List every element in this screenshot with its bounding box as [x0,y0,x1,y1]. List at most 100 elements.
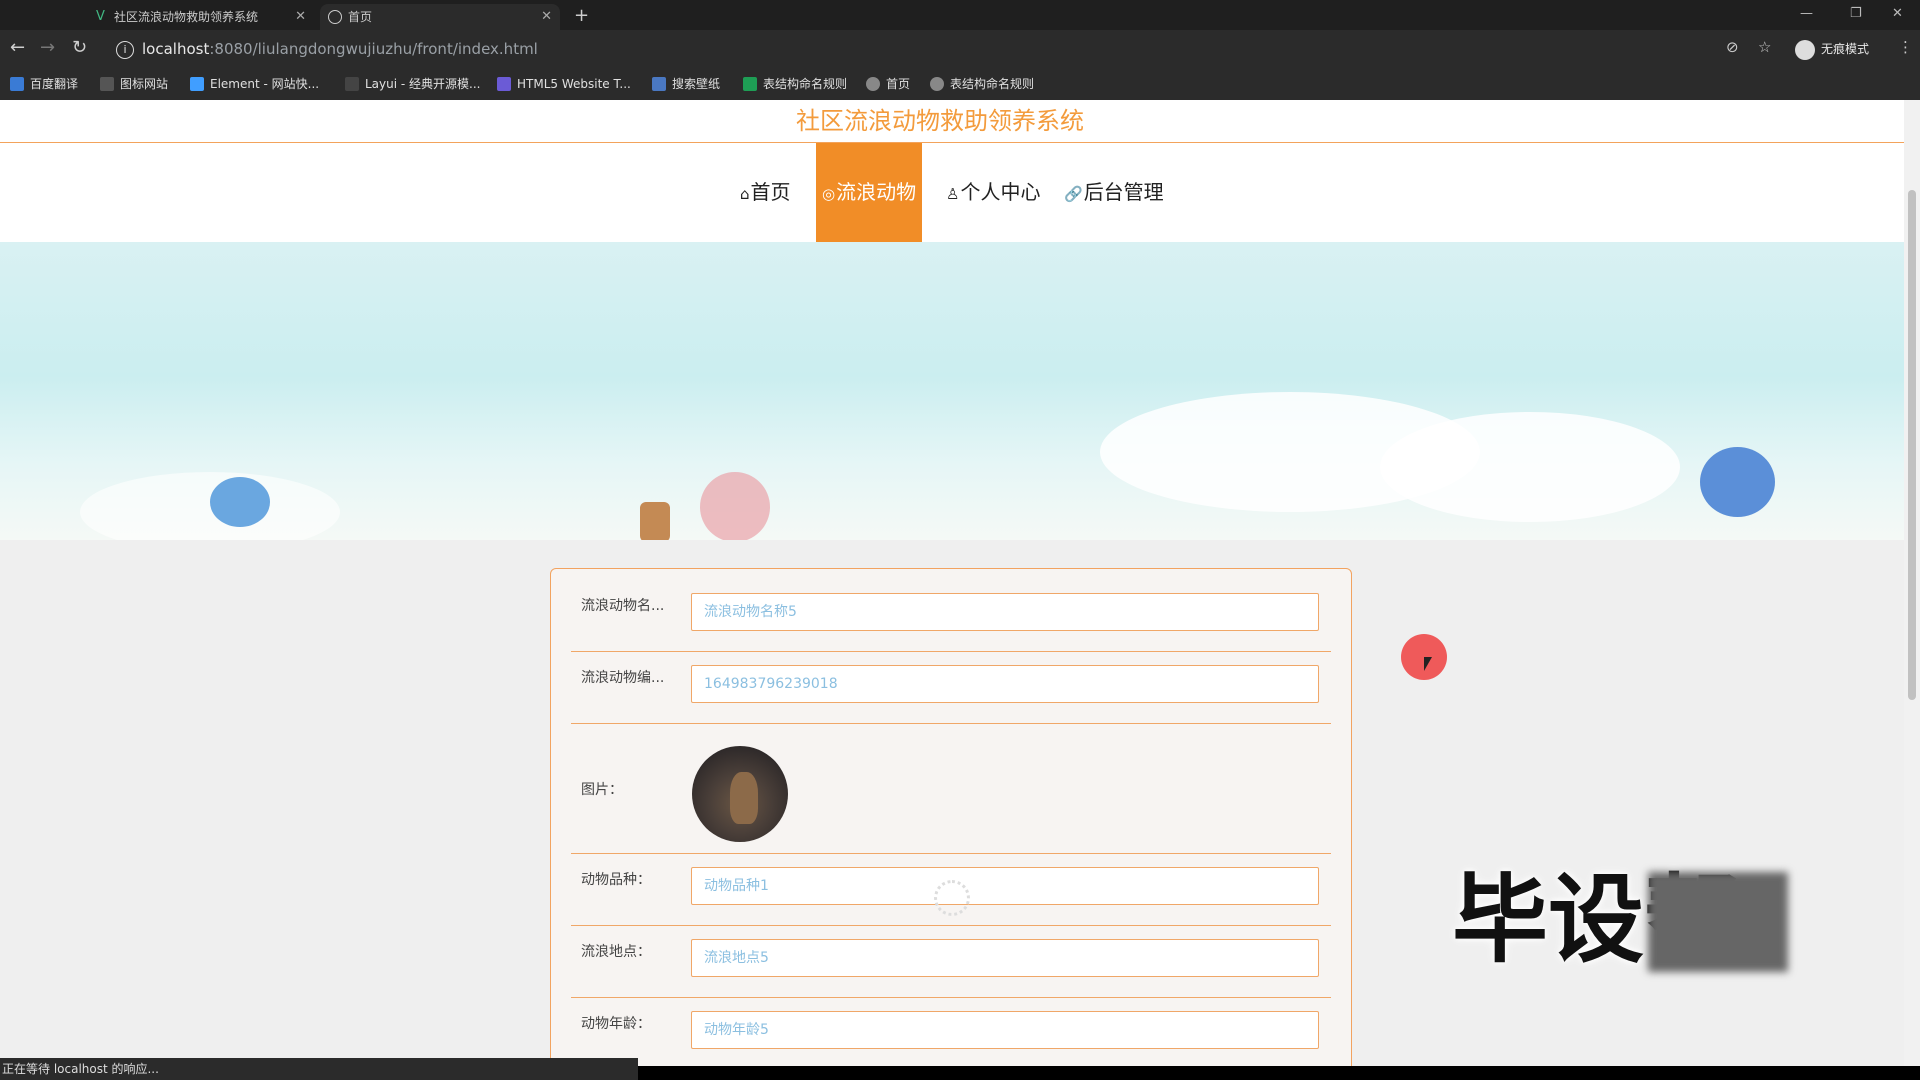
browser-toolbar: ← → ↻ i localhost:8080/liulangdongwujiuzh… [0,30,1920,68]
new-tab-button[interactable]: + [574,4,589,28]
url-host: localhost [142,40,210,58]
globe-icon [328,10,342,24]
layui-icon [345,77,359,91]
status-bar: 正在等待 localhost 的响应... [0,1058,638,1080]
tab-admin[interactable]: V 社区流浪动物救助领养系统 ✕ [86,4,314,30]
user-icon: ♙ [946,185,960,203]
home-icon: ⌂ [740,185,750,203]
wallpaper-icon [652,77,666,91]
close-window-icon[interactable]: ✕ [1892,6,1903,21]
bookmark-item[interactable]: 表结构命名规则 [930,76,1034,92]
globe-icon [930,77,944,91]
bookmark-item[interactable]: Element - 网站快... [190,76,319,92]
scrollbar-thumb[interactable] [1908,190,1916,700]
bookmarks-bar: 百度翻译 图标网站 Element - 网站快... Layui - 经典开源模… [0,68,1920,101]
site-header: 社区流浪动物救助领养系统 [0,100,1904,143]
minimize-icon[interactable]: — [1800,6,1813,21]
main-nav: ⌂首页 ◎流浪动物 ♙个人中心 🔗后台管理 [0,143,1904,242]
incognito-icon [1795,39,1815,60]
close-tab-icon[interactable]: ✕ [541,4,552,30]
bookmark-label: 图标网站 [120,77,169,91]
bookmark-label: 首页 [886,77,911,91]
field-label: 图片： [581,782,623,798]
nav-label: 流浪动物 [836,180,917,204]
nav-personal-center[interactable]: ♙个人中心 [946,143,1040,242]
html5-icon [497,77,511,91]
bookmark-item[interactable]: Layui - 经典开源模... [345,76,480,92]
back-icon[interactable]: ← [10,39,25,57]
animal-code-input[interactable]: 164983796239018 [691,665,1319,703]
link-icon: 🔗 [1064,185,1083,203]
tab-title: 社区流浪动物救助领养系统 [114,10,259,24]
browser-tab-bar: V 社区流浪动物救助领养系统 ✕ 首页 ✕ + — ❐ ✕ [0,0,1920,30]
animal-detail-form: 流浪动物名... 流浪动物名称5 流浪动物编... 16498379623901… [550,568,1352,1066]
flower-decoration [1700,447,1775,517]
element-icon [190,77,204,91]
bookmark-label: HTML5 Website T... [517,77,631,91]
field-label: 动物年龄： [581,1016,651,1032]
nav-label: 首页 [750,180,791,204]
animal-photo[interactable] [692,746,788,842]
reload-icon[interactable]: ↻ [72,39,87,57]
field-label: 流浪动物名... [581,598,665,614]
nav-admin[interactable]: 🔗后台管理 [1064,143,1164,242]
cat-decoration [640,502,670,540]
blurred-region [1648,872,1788,972]
page-scrollbar[interactable] [1904,100,1920,1066]
maximize-icon[interactable]: ❐ [1850,6,1862,21]
field-label: 动物品种： [581,872,651,888]
eye-off-icon[interactable]: ⊘ [1726,38,1739,56]
globe-icon [866,77,880,91]
breed-input[interactable]: 动物品种1 [691,867,1319,905]
bookmark-item[interactable]: 表结构命名规则 [743,76,847,92]
form-row-code: 流浪动物编... 164983796239018 [571,651,1331,724]
field-label: 流浪动物编... [581,670,665,686]
vue-icon: V [96,9,105,24]
site-title: 社区流浪动物救助领养系统 [796,107,1084,135]
info-icon[interactable]: i [116,40,134,59]
incognito-indicator[interactable]: 无痕模式 [1795,35,1869,63]
cloud-decoration [1380,412,1680,522]
form-row-location: 流浪地点： 流浪地点5 [571,925,1331,998]
bookmark-label: 搜索壁纸 [672,77,721,91]
bookmark-item[interactable]: HTML5 Website T... [497,76,631,92]
flower-decoration [700,472,770,540]
animal-name-input[interactable]: 流浪动物名称5 [691,593,1319,631]
pet-icon: ◎ [822,185,836,203]
tab-home[interactable]: 首页 ✕ [320,4,560,30]
nav-label: 后台管理 [1083,180,1164,204]
bookmark-item[interactable]: 百度翻译 [10,76,78,92]
location-input[interactable]: 流浪地点5 [691,939,1319,977]
flag-icon [100,77,114,91]
forward-icon[interactable]: → [40,39,55,57]
translate-icon [10,77,24,91]
nav-stray-animals[interactable]: ◎流浪动物 [816,143,923,242]
banner-carousel[interactable] [0,242,1904,540]
field-label: 流浪地点： [581,944,651,960]
form-row-image: 图片： [571,723,1331,854]
dog-image [730,772,758,824]
bookmark-label: 表结构命名规则 [763,77,848,91]
close-tab-icon[interactable]: ✕ [295,4,306,30]
bookmark-item[interactable]: 首页 [866,76,910,92]
bookmark-label: 表结构命名规则 [950,77,1035,91]
url-path: :8080/liulangdongwujiuzhu/front/index.ht… [209,40,538,58]
bookmark-item[interactable]: 搜索壁纸 [652,76,720,92]
bookmark-label: 百度翻译 [30,77,79,91]
form-row-name: 流浪动物名... 流浪动物名称5 [571,569,1331,652]
tab-group-icons[interactable] [14,4,74,30]
nav-label: 个人中心 [960,180,1041,204]
form-row-age: 动物年龄： 动物年龄5 [571,997,1331,1066]
loading-spinner-icon [934,880,970,916]
star-icon[interactable]: ☆ [1758,38,1771,56]
flower-decoration [210,477,270,527]
bookmark-label: Element - 网站快... [210,77,320,91]
mouse-pointer-icon [1424,657,1432,671]
menu-icon[interactable]: ⋮ [1898,38,1913,56]
sheet-icon [743,77,757,91]
nav-home[interactable]: ⌂首页 [740,143,791,242]
address-bar[interactable]: i localhost:8080/liulangdongwujiuzhu/fron… [108,34,1768,64]
bookmark-label: Layui - 经典开源模... [365,77,481,91]
age-input[interactable]: 动物年龄5 [691,1011,1319,1049]
bookmark-item[interactable]: 图标网站 [100,76,168,92]
